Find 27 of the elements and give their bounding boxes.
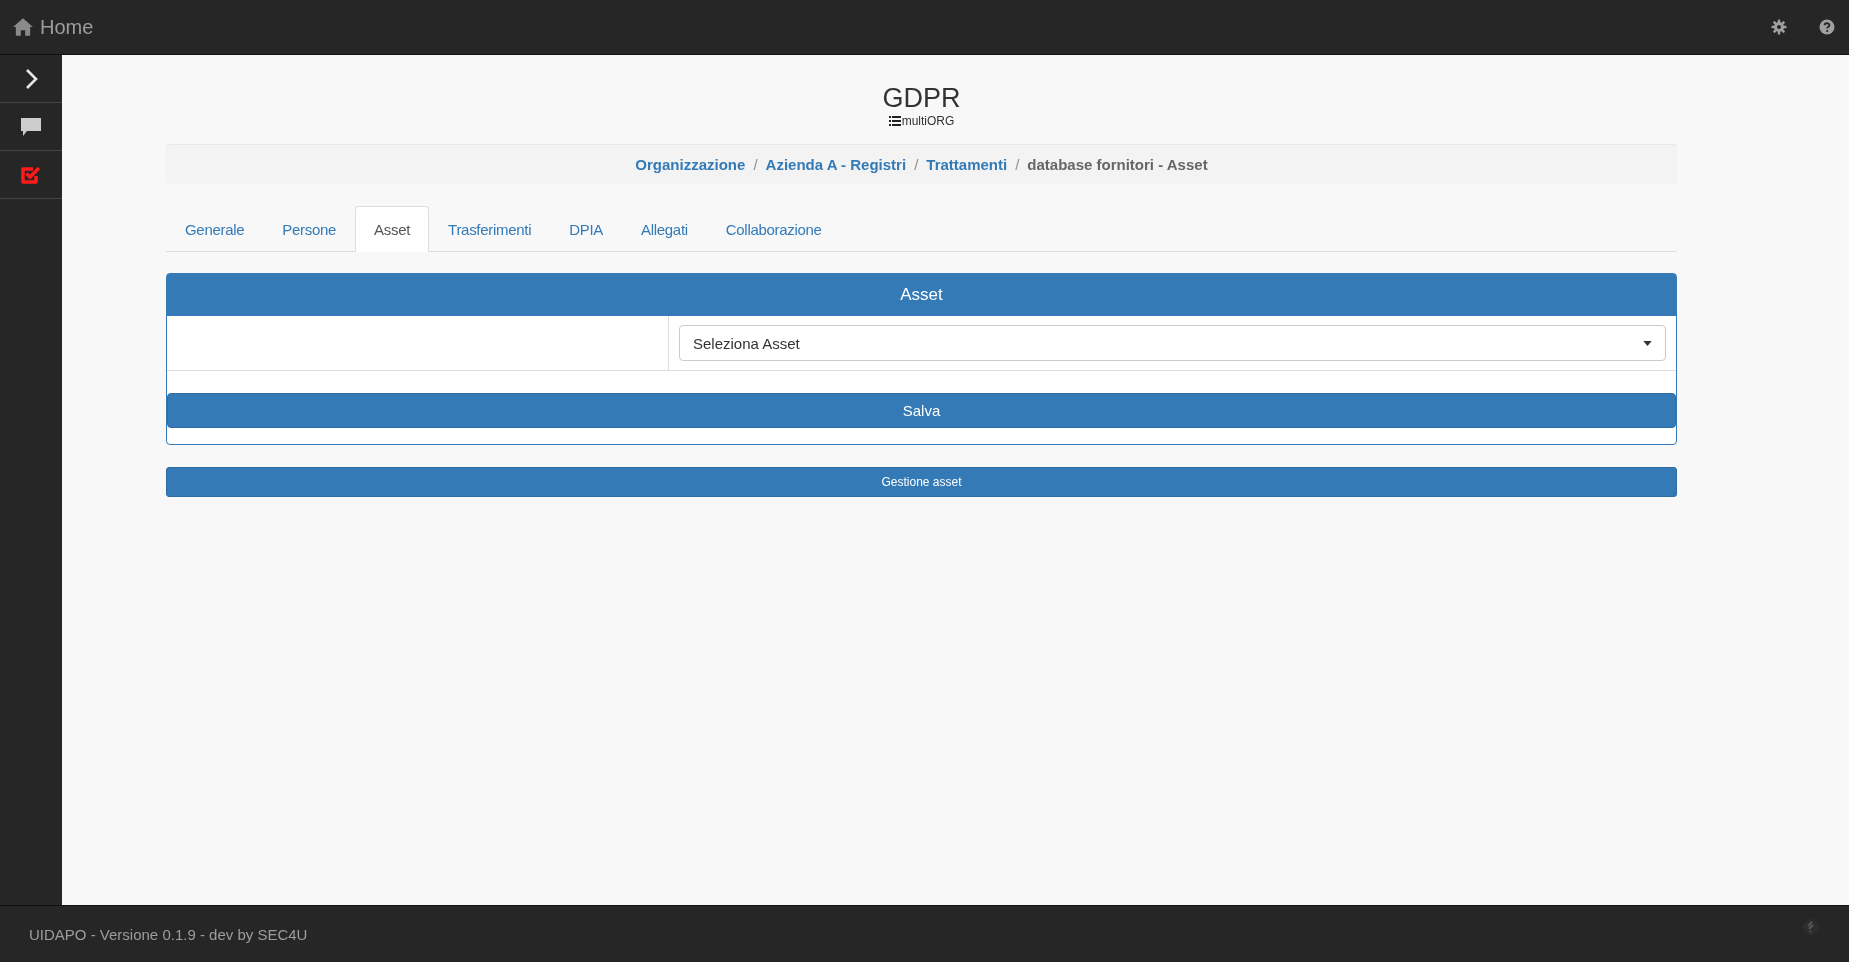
breadcrumb-current: database fornitori - Asset (1027, 156, 1208, 173)
home-link[interactable]: Home (12, 15, 94, 39)
breadcrumb-link[interactable]: Azienda A - Registri (765, 156, 907, 173)
asset-select[interactable]: Seleziona Asset (679, 325, 1666, 361)
tab[interactable]: Trasferimenti (429, 206, 551, 252)
tab[interactable]: Asset (355, 206, 430, 252)
caret-icon (1643, 340, 1652, 346)
tab[interactable]: Persone (263, 206, 356, 252)
tab[interactable]: Allegati (622, 206, 707, 252)
settings-icon[interactable] (1771, 19, 1787, 35)
tab[interactable]: Generale (166, 206, 264, 252)
breadcrumb-link[interactable]: Organizzazione (635, 156, 746, 173)
breadcrumb-separator: / (753, 156, 758, 173)
help-icon[interactable] (1819, 19, 1835, 35)
panel-header: Asset (167, 274, 1676, 316)
manage-assets-button[interactable]: Gestione asset (166, 467, 1677, 497)
tab[interactable]: Collaborazione (706, 206, 841, 252)
page-title: GDPR (882, 84, 961, 114)
subtitle: multiORG (901, 113, 955, 128)
breadcrumb-link[interactable]: Trattamenti (926, 156, 1008, 173)
save-button[interactable]: Salva (167, 393, 1676, 428)
footer-text: UIDAPO - Versione 0.1.9 - dev by SEC4U (29, 925, 308, 943)
home-icon (12, 17, 34, 37)
tab[interactable]: DPIA (550, 206, 622, 252)
breadcrumb-separator: / (914, 156, 919, 173)
breadcrumb-separator: / (1015, 156, 1020, 173)
list-icon (888, 115, 901, 126)
